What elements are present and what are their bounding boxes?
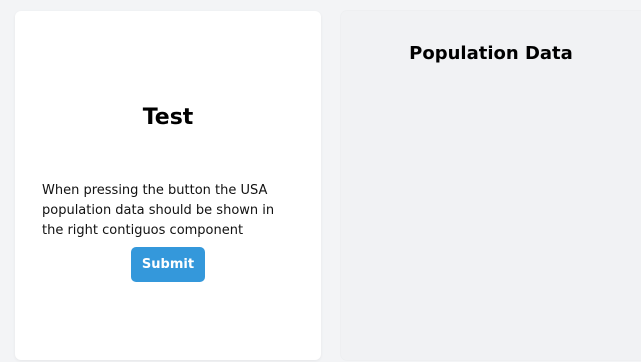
app-page: Test When pressing the button the USA po… [0,0,641,362]
test-card: Test When pressing the button the USA po… [15,11,321,360]
submit-button[interactable]: Submit [131,247,205,282]
population-data-panel: Population Data [341,11,641,360]
test-card-title: Test [142,105,194,130]
test-card-description: When pressing the button the USA populat… [42,183,275,238]
population-data-title: Population Data [409,43,573,64]
